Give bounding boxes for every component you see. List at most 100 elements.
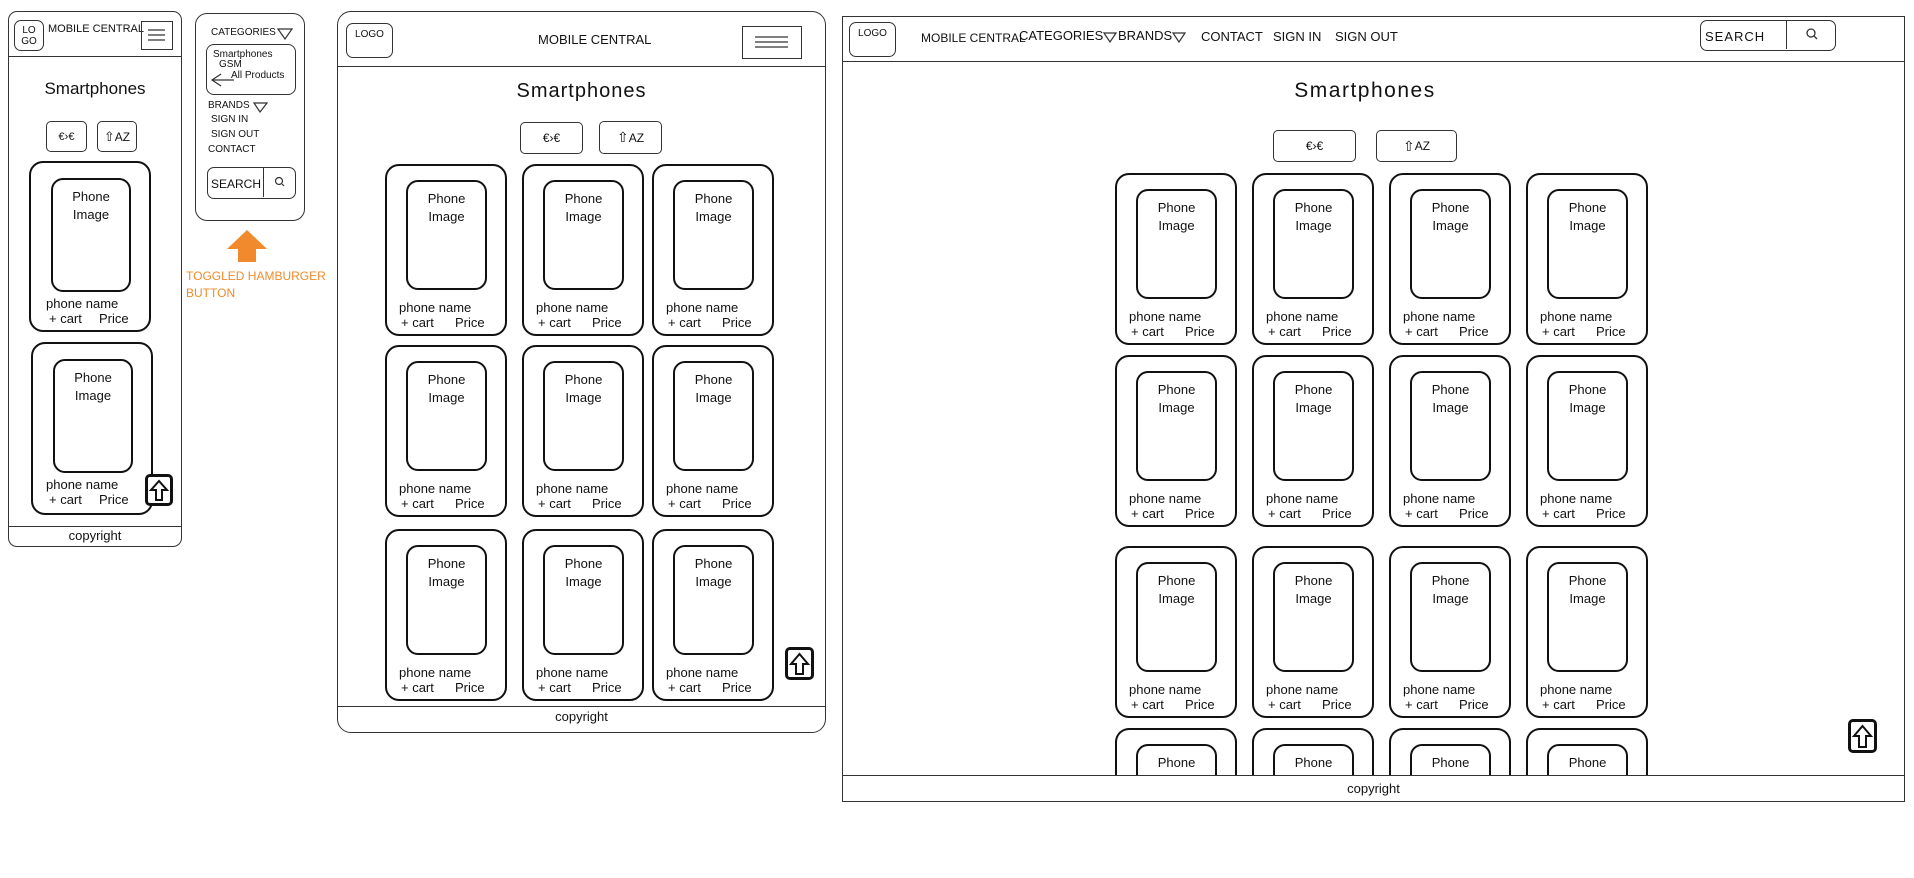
product-card[interactable]: Phone Image phone name + cart Price (385, 345, 507, 517)
phone-image-label: Phone Image (1157, 200, 1196, 233)
product-card[interactable]: Phone Image phone name + cart Price (1115, 173, 1237, 345)
add-to-cart-link[interactable]: + cart (1131, 324, 1164, 339)
add-to-cart-link[interactable]: + cart (1542, 697, 1575, 712)
back-to-top-button[interactable] (1848, 719, 1877, 753)
add-to-cart-link[interactable]: + cart (1131, 506, 1164, 521)
product-card[interactable]: Phone Image (1115, 728, 1237, 775)
product-card[interactable]: Phone Image phone name + cart Price (1526, 546, 1648, 718)
price: Price (1459, 506, 1489, 521)
nav-sign-out[interactable]: SIGN OUT (1335, 29, 1398, 44)
search-input[interactable]: SEARCH (211, 177, 261, 191)
sort-az-button[interactable]: ⇧ AZ (1376, 130, 1457, 162)
product-card[interactable]: Phone Image (1526, 728, 1648, 775)
menu-categories[interactable]: CATEGORIES (211, 27, 276, 38)
menu-sign-in[interactable]: SIGN IN (211, 114, 248, 125)
product-card[interactable]: Phone Image phone name + cart Price (1115, 546, 1237, 718)
phone-image-placeholder: Phone Image (1273, 189, 1354, 299)
phone-image-placeholder: Phone Image (1273, 562, 1354, 672)
product-card[interactable]: Phone Image phone name + cart Price (522, 529, 644, 701)
add-to-cart-link[interactable]: + cart (1405, 697, 1438, 712)
phone-name: phone name (666, 665, 739, 680)
add-to-cart-link[interactable]: + cart (1405, 324, 1438, 339)
phone-name: phone name (1266, 309, 1339, 324)
sort-az-button[interactable]: ⇧ AZ (97, 121, 137, 152)
phone-image-label: Phone Image (427, 372, 466, 405)
phone-image-label: Phone Image (564, 191, 603, 224)
add-to-cart-link[interactable]: + cart (401, 315, 434, 330)
footer-divider (843, 775, 1904, 776)
search-box[interactable]: SEARCH (1700, 20, 1836, 51)
price: Price (99, 492, 129, 507)
product-card[interactable]: Phone Image phone name + cart Price (522, 164, 644, 336)
logo[interactable]: LOGO (849, 22, 896, 57)
submenu-gsm[interactable]: GSM (219, 59, 242, 70)
add-to-cart-link[interactable]: + cart (401, 496, 434, 511)
product-card[interactable]: Phone Image phone name + cart Price (1389, 173, 1511, 345)
add-to-cart-link[interactable]: + cart (538, 680, 571, 695)
add-to-cart-link[interactable]: + cart (668, 680, 701, 695)
add-to-cart-link[interactable]: + cart (1542, 506, 1575, 521)
search-input[interactable]: SEARCH (1705, 29, 1765, 44)
phone-name: phone name (536, 665, 609, 680)
product-card[interactable]: Phone Image (1389, 728, 1511, 775)
product-card[interactable]: Phone Image phone name + cart Price (31, 342, 153, 515)
product-card[interactable]: Phone Image phone name + cart Price (1252, 546, 1374, 718)
header-divider (338, 66, 825, 67)
product-card[interactable]: Phone Image phone name + cart Price (1526, 355, 1648, 527)
product-card[interactable]: Phone Image phone name + cart Price (1115, 355, 1237, 527)
product-card[interactable]: Phone Image phone name + cart Price (29, 161, 151, 332)
product-card[interactable]: Phone Image phone name + cart Price (652, 164, 774, 336)
sort-az-button[interactable]: ⇧ AZ (599, 121, 662, 154)
add-to-cart-link[interactable]: + cart (538, 315, 571, 330)
product-card[interactable]: Phone Image phone name + cart Price (652, 529, 774, 701)
add-to-cart-link[interactable]: + cart (1542, 324, 1575, 339)
back-to-top-button[interactable] (785, 647, 814, 680)
nav-categories[interactable]: CATEGORIES (1019, 28, 1118, 43)
nav-contact[interactable]: CONTACT (1201, 29, 1263, 44)
sort-price-button[interactable]: €›€ (520, 122, 583, 154)
menu-brands[interactable]: BRANDS (208, 100, 250, 111)
product-card[interactable]: Phone Image phone name + cart Price (522, 345, 644, 517)
product-card[interactable]: Phone Image phone name + cart Price (1252, 173, 1374, 345)
add-to-cart-link[interactable]: + cart (1405, 506, 1438, 521)
add-to-cart-link[interactable]: + cart (1131, 697, 1164, 712)
brand-name[interactable]: MOBILE CENTRAL (921, 31, 1026, 45)
nav-sign-in[interactable]: SIGN IN (1273, 29, 1321, 44)
add-to-cart-link[interactable]: + cart (1268, 324, 1301, 339)
menu-sign-out[interactable]: SIGN OUT (211, 129, 259, 140)
add-to-cart-link[interactable]: + cart (1268, 697, 1301, 712)
add-to-cart-link[interactable]: + cart (668, 496, 701, 511)
product-card[interactable]: Phone Image (1252, 728, 1374, 775)
search-icon[interactable] (1805, 27, 1819, 41)
add-to-cart-link[interactable]: + cart (668, 315, 701, 330)
search-box[interactable]: SEARCH (207, 167, 296, 199)
phone-image-placeholder: Phone Image (673, 180, 754, 290)
nav-brands[interactable]: BRANDS (1118, 28, 1187, 43)
add-to-cart-link[interactable]: + cart (401, 680, 434, 695)
hamburger-icon[interactable] (141, 21, 173, 50)
price: Price (592, 315, 622, 330)
add-to-cart-link[interactable]: + cart (49, 492, 82, 507)
add-to-cart-link[interactable]: + cart (538, 496, 571, 511)
product-card[interactable]: Phone Image phone name + cart Price (1526, 173, 1648, 345)
add-to-cart-link[interactable]: + cart (49, 311, 82, 326)
hamburger-icon[interactable] (742, 26, 802, 59)
logo[interactable]: LO GO (14, 20, 44, 51)
back-to-top-button[interactable] (145, 474, 173, 506)
price: Price (1596, 697, 1626, 712)
menu-contact[interactable]: CONTACT (208, 144, 256, 155)
product-card[interactable]: Phone Image phone name + cart Price (1389, 546, 1511, 718)
sort-price-button[interactable]: €›€ (46, 121, 87, 152)
product-card[interactable]: Phone Image phone name + cart Price (1252, 355, 1374, 527)
sort-price-button[interactable]: €›€ (1273, 130, 1356, 162)
product-card[interactable]: Phone Image phone name + cart Price (385, 529, 507, 701)
product-card[interactable]: Phone Image phone name + cart Price (1389, 355, 1511, 527)
phone-image-label: Phone Image (74, 370, 112, 403)
submenu-all-products[interactable]: All Products (231, 70, 284, 81)
product-card[interactable]: Phone Image phone name + cart Price (385, 164, 507, 336)
search-icon[interactable] (274, 176, 286, 188)
price: Price (1322, 506, 1352, 521)
product-card[interactable]: Phone Image phone name + cart Price (652, 345, 774, 517)
add-to-cart-link[interactable]: + cart (1268, 506, 1301, 521)
logo[interactable]: LOGO (346, 23, 393, 58)
